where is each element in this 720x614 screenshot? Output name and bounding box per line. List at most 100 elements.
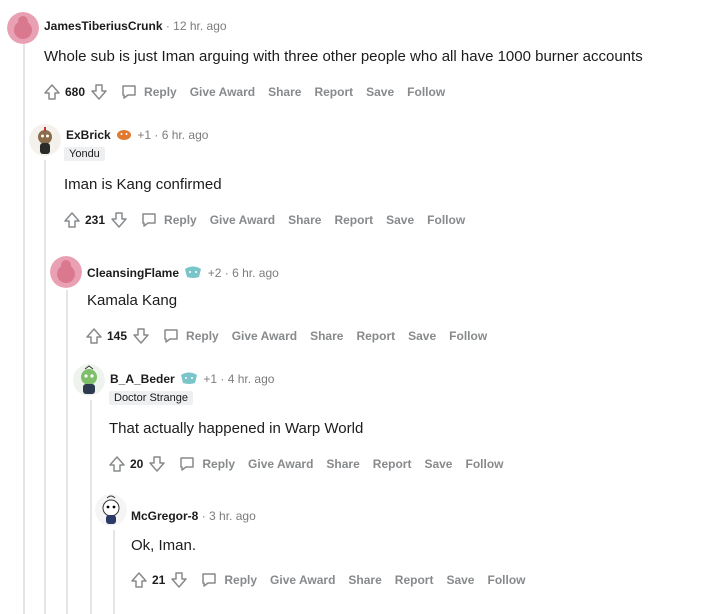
- upvote-button[interactable]: [62, 210, 82, 230]
- avatar-snoo-icon[interactable]: [29, 124, 61, 156]
- thread-line-4[interactable]: [90, 400, 92, 614]
- save-button[interactable]: Save: [446, 573, 474, 587]
- thread-line-2[interactable]: [44, 160, 46, 614]
- avatar-snoo-icon[interactable]: [73, 364, 105, 396]
- reply-bubble-icon: [202, 573, 217, 587]
- comment-body: Kamala Kang: [87, 292, 178, 309]
- comment-actions: 21 Reply Give Award Share Report Save Fo…: [129, 568, 538, 592]
- thread-line-5[interactable]: [113, 530, 115, 614]
- downvote-icon: [133, 328, 149, 344]
- comment-actions: 145 Reply Give Award Share Report Save F…: [84, 324, 500, 348]
- upvote-icon: [44, 84, 60, 100]
- vote-count: 20: [130, 457, 144, 471]
- downvote-icon: [149, 456, 166, 472]
- comment-time[interactable]: · 12 hr. ago: [166, 19, 227, 33]
- score-tag: +1: [203, 372, 218, 386]
- downvote-button[interactable]: [109, 210, 129, 230]
- report-button[interactable]: Report: [356, 329, 395, 343]
- comment-actions: 231 Reply Give Award Share Report Save F…: [62, 208, 478, 232]
- report-button[interactable]: Report: [395, 573, 434, 587]
- reply-bubble-icon: [180, 457, 195, 471]
- comment-time[interactable]: · 3 hr. ago: [202, 509, 256, 523]
- save-button[interactable]: Save: [366, 85, 394, 99]
- share-button[interactable]: Share: [348, 573, 381, 587]
- vote-count: 231: [85, 213, 106, 227]
- reply-bubble-icon: [142, 213, 156, 227]
- thread-line-3[interactable]: [66, 290, 68, 614]
- thread-line-1[interactable]: [23, 42, 25, 614]
- report-button[interactable]: Report: [373, 457, 412, 471]
- follow-button[interactable]: Follow: [407, 85, 445, 99]
- upvote-button[interactable]: [129, 570, 149, 590]
- comment-time[interactable]: · 6 hr. ago: [225, 266, 279, 280]
- downvote-icon: [171, 572, 188, 588]
- follow-button[interactable]: Follow: [465, 457, 503, 471]
- reply-label: Reply: [144, 85, 177, 99]
- share-button[interactable]: Share: [268, 85, 301, 99]
- reply-button[interactable]: Reply: [177, 454, 235, 474]
- share-button[interactable]: Share: [326, 457, 359, 471]
- vote-count: 680: [65, 85, 86, 99]
- avatar-pink-snoo-icon[interactable]: [50, 256, 82, 288]
- share-button[interactable]: Share: [310, 329, 343, 343]
- comment-author[interactable]: ExBrick: [66, 128, 111, 142]
- save-button[interactable]: Save: [424, 457, 452, 471]
- downvote-button[interactable]: [89, 82, 109, 102]
- comment-author[interactable]: McGregor-8: [131, 509, 198, 523]
- upvote-icon: [131, 572, 147, 588]
- follow-button[interactable]: Follow: [427, 213, 465, 227]
- downvote-button[interactable]: [147, 454, 167, 474]
- upvote-button[interactable]: [42, 82, 62, 102]
- comment-time[interactable]: · 6 hr. ago: [154, 128, 208, 142]
- share-button[interactable]: Share: [288, 213, 321, 227]
- upvote-icon: [109, 456, 125, 472]
- award-emoji-icon: [116, 127, 132, 144]
- comment-author[interactable]: JamesTiberiusCrunk: [44, 19, 163, 33]
- give-award-button[interactable]: Give Award: [270, 573, 335, 587]
- comment-body: Whole sub is just Iman arguing with thre…: [44, 48, 643, 65]
- reply-label: Reply: [164, 213, 197, 227]
- give-award-button[interactable]: Give Award: [190, 85, 255, 99]
- reply-button[interactable]: Reply: [139, 210, 197, 230]
- award-emoji-icon: [180, 371, 198, 388]
- score-tag: +1: [137, 128, 152, 142]
- comment-time[interactable]: · 4 hr. ago: [220, 372, 274, 386]
- report-button[interactable]: Report: [314, 85, 353, 99]
- score-tag: +2: [207, 266, 222, 280]
- comment-body: Ok, Iman.: [131, 537, 197, 554]
- reply-label: Reply: [186, 329, 219, 343]
- downvote-button[interactable]: [131, 326, 151, 346]
- comment-body: Iman is Kang confirmed: [64, 176, 222, 193]
- upvote-icon: [64, 212, 80, 228]
- downvote-button[interactable]: [169, 570, 189, 590]
- reply-label: Reply: [224, 573, 258, 587]
- give-award-button[interactable]: Give Award: [248, 457, 313, 471]
- comment-author[interactable]: CleansingFlame: [87, 266, 179, 280]
- give-award-button[interactable]: Give Award: [210, 213, 275, 227]
- award-emoji-icon: [184, 265, 202, 282]
- report-button[interactable]: Report: [334, 213, 373, 227]
- downvote-icon: [91, 84, 107, 100]
- comment-actions: 20 Reply Give Award Share Report Save Fo…: [107, 452, 516, 476]
- comment-author[interactable]: B_A_Beder: [110, 372, 175, 386]
- user-flair: Yondu: [64, 147, 105, 161]
- save-button[interactable]: Save: [386, 213, 414, 227]
- follow-button[interactable]: Follow: [487, 573, 525, 587]
- user-flair: Doctor Strange: [109, 391, 193, 405]
- comment-body: That actually happened in Warp World: [109, 420, 364, 437]
- upvote-button[interactable]: [84, 326, 104, 346]
- reply-bubble-icon: [122, 85, 136, 99]
- reply-button[interactable]: Reply: [161, 326, 219, 346]
- give-award-button[interactable]: Give Award: [232, 329, 297, 343]
- avatar-pink-snoo-icon[interactable]: [7, 12, 39, 44]
- reply-button[interactable]: Reply: [199, 570, 257, 590]
- reply-bubble-icon: [164, 329, 178, 343]
- upvote-button[interactable]: [107, 454, 127, 474]
- downvote-icon: [111, 212, 127, 228]
- vote-count: 145: [107, 329, 128, 343]
- avatar-snoo-icon[interactable]: [95, 494, 127, 526]
- save-button[interactable]: Save: [408, 329, 436, 343]
- vote-count: 21: [152, 573, 166, 587]
- reply-button[interactable]: Reply: [119, 82, 177, 102]
- follow-button[interactable]: Follow: [449, 329, 487, 343]
